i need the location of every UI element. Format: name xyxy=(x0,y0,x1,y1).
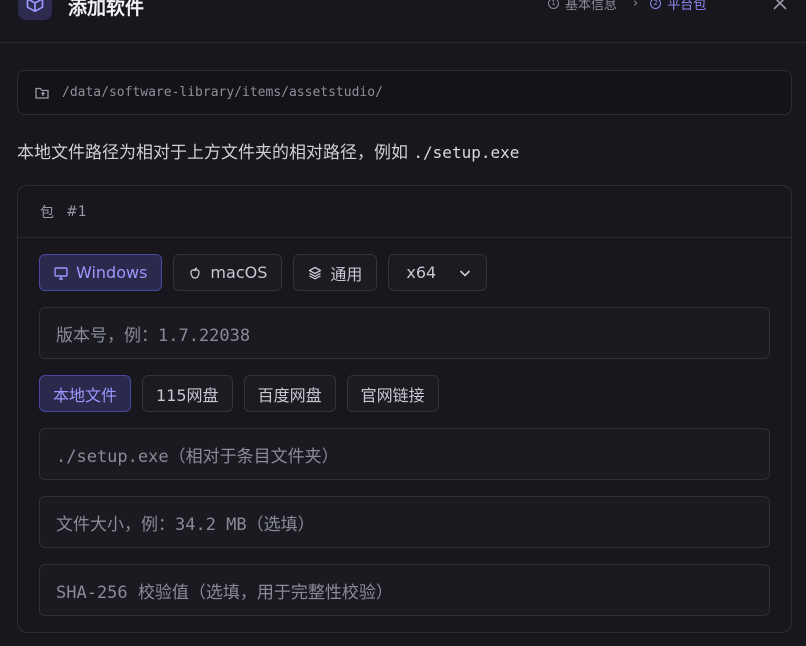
os-option-windows[interactable]: Windows xyxy=(39,254,163,291)
path-hint: 本地文件路径为相对于上方文件夹的相对路径，例如 ./setup.exe xyxy=(17,138,519,163)
sha256-input-placeholder: SHA-256 校验值（选填，用于完整性校验） xyxy=(56,582,393,603)
os-option-label: Windows xyxy=(76,263,148,282)
step-platform-package[interactable]: 2 平台包 xyxy=(650,0,706,13)
arch-select[interactable]: x64 xyxy=(388,254,488,291)
os-option-label: macOS xyxy=(210,263,268,282)
chevron-right-icon: › xyxy=(633,0,639,11)
close-icon[interactable] xyxy=(771,0,789,12)
source-option-115-drive[interactable]: 115网盘 xyxy=(142,375,233,412)
folder-upload-icon xyxy=(35,87,49,99)
version-input-placeholder: 版本号，例：1.7.22038 xyxy=(56,325,251,346)
file-size-input[interactable]: 文件大小，例：34.2 MB（选填） xyxy=(39,496,770,548)
file-size-input-placeholder: 文件大小，例：34.2 MB（选填） xyxy=(56,514,315,535)
package-index: #1 xyxy=(66,203,87,220)
source-selector: 本地文件 115网盘 百度网盘 官网链接 xyxy=(39,375,439,412)
step-label: 平台包 xyxy=(667,0,707,13)
version-input[interactable]: 版本号，例：1.7.22038 xyxy=(39,307,770,359)
package-label: 包 xyxy=(40,204,54,221)
dialog-title: 添加软件 xyxy=(68,0,145,19)
source-option-label: 本地文件 xyxy=(53,385,118,405)
layers-icon xyxy=(309,266,322,279)
file-path-input-placeholder: ./setup.exe（相对于条目文件夹） xyxy=(56,446,339,467)
folder-path-text: /data/software-library/items/assetstudio… xyxy=(62,85,383,100)
source-option-baidu-drive[interactable]: 百度网盘 xyxy=(243,375,336,412)
stepper: 1 基本信息 › 2 平台包 xyxy=(548,0,706,13)
monitor-icon xyxy=(54,266,68,280)
os-option-macos[interactable]: macOS xyxy=(173,254,283,291)
chevron-down-icon xyxy=(460,269,471,277)
dialog-header: 添加软件 1 基本信息 › 2 平台包 xyxy=(0,0,806,43)
source-option-label: 官网链接 xyxy=(360,385,425,405)
source-option-local-file[interactable]: 本地文件 xyxy=(39,375,132,412)
os-selector: Windows macOS 通用 x64 xyxy=(39,254,488,291)
package-header: 包 #1 xyxy=(18,186,791,238)
path-hint-example: ./setup.exe xyxy=(413,143,520,162)
apple-icon xyxy=(190,266,201,279)
source-option-label: 115网盘 xyxy=(156,385,219,405)
os-option-universal[interactable]: 通用 xyxy=(293,254,378,291)
folder-path-field: /data/software-library/items/assetstudio… xyxy=(17,70,792,115)
step-basic-info[interactable]: 1 基本信息 xyxy=(548,0,617,13)
package-panel: 包 #1 Windows macOS 通用 x64 版本号，例：1.7.2203… xyxy=(17,185,792,633)
os-option-label: 通用 xyxy=(330,264,363,284)
source-option-official-link[interactable]: 官网链接 xyxy=(346,375,439,412)
sha256-input[interactable]: SHA-256 校验值（选填，用于完整性校验） xyxy=(39,564,770,616)
step-number: 2 xyxy=(650,0,662,9)
source-option-label: 百度网盘 xyxy=(257,385,322,405)
step-label: 基本信息 xyxy=(565,0,618,13)
step-number: 1 xyxy=(548,0,559,9)
arch-select-value: x64 xyxy=(406,263,437,282)
file-path-input[interactable]: ./setup.exe（相对于条目文件夹） xyxy=(39,428,770,480)
path-hint-text: 本地文件路径为相对于上方文件夹的相对路径，例如 xyxy=(17,143,414,163)
cube-icon xyxy=(18,0,52,20)
